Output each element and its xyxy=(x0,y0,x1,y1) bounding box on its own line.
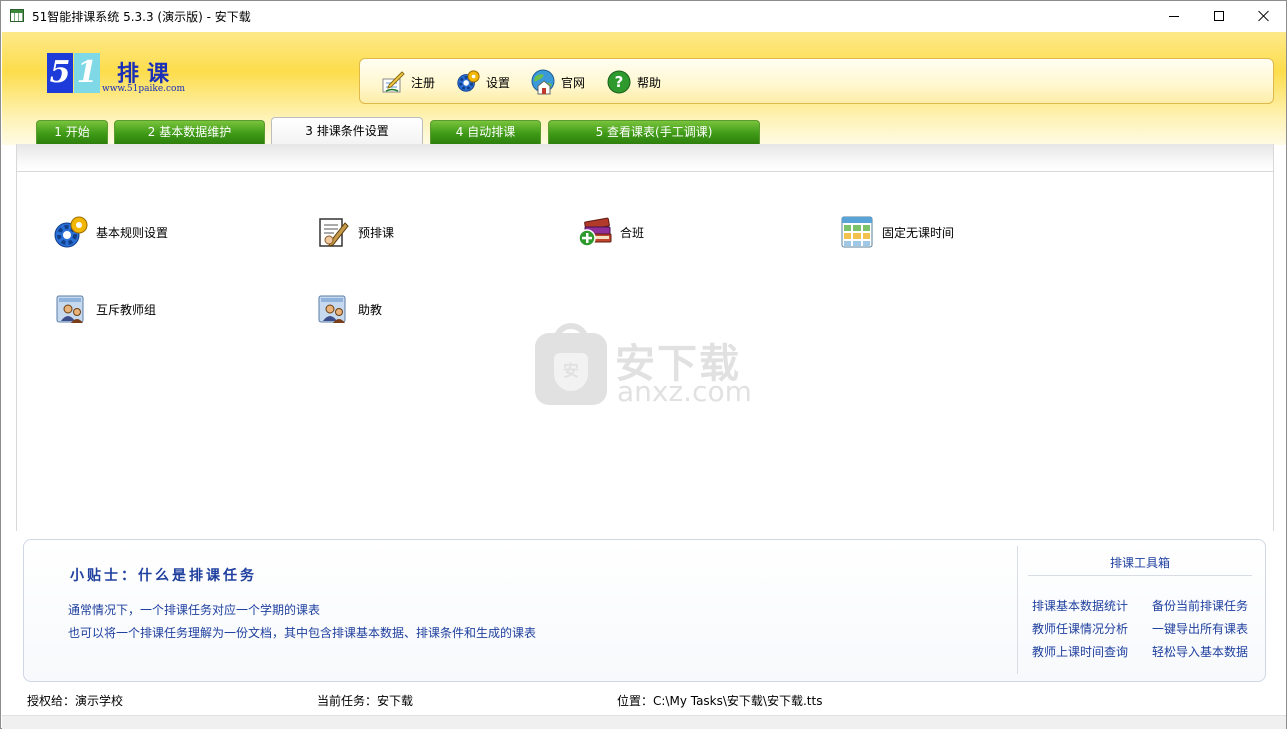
minimize-button[interactable] xyxy=(1151,1,1197,31)
assistant-icon xyxy=(315,291,351,327)
gear-icon xyxy=(455,69,481,95)
register-button[interactable]: 注册 xyxy=(380,67,435,97)
tip-title: 小贴士：什么是排课任务 xyxy=(70,568,257,584)
status-bar: 授权给：演示学校 当前任务：安下载 位置：C:\My Tasks\安下载\安下载… xyxy=(2,687,1286,715)
books-add-icon xyxy=(577,214,613,250)
edit-document-icon xyxy=(315,214,351,250)
toolbox-link-teacher-analysis[interactable]: 教师任课情况分析 xyxy=(1032,620,1128,637)
tab-basic-data[interactable]: 2 基本数据维护 xyxy=(114,120,265,144)
tip-line-1: 通常情况下，一个排课任务对应一个学期的课表 xyxy=(68,603,321,617)
watermark: 安 安下载 anxz.com xyxy=(535,323,755,408)
logo-url: www.51paike.com xyxy=(102,84,185,94)
basic-rules-label: 基本规则设置 xyxy=(96,225,169,240)
close-icon xyxy=(1258,10,1270,22)
toolbox-link-teacher-time-query[interactable]: 教师上课时间查询 xyxy=(1032,643,1128,660)
merge-class-label: 合班 xyxy=(620,225,645,240)
settings-label: 设置 xyxy=(486,75,511,90)
merge-class-button[interactable]: 合班 xyxy=(577,214,644,250)
pre-schedule-label: 预排课 xyxy=(358,225,395,240)
tab-view-timetable[interactable]: 5 查看课表(手工调课) xyxy=(548,120,760,144)
tab-auto-schedule[interactable]: 4 自动排课 xyxy=(430,120,541,144)
title-bar: 51智能排课系统 5.3.3 (演示版) - 安下载 xyxy=(1,1,1286,31)
status-current-task: 当前任务：安下载 xyxy=(317,694,414,708)
main-toolbar: 注册 设置 官网 ? 帮助 xyxy=(359,58,1274,104)
settings-button[interactable]: 设置 xyxy=(455,67,510,97)
toolbox-link-export-all[interactable]: 一键导出所有课表 xyxy=(1152,620,1248,637)
window-title: 51智能排课系统 5.3.3 (演示版) - 安下载 xyxy=(32,10,251,24)
toolbox-title: 排课工具箱 xyxy=(1109,556,1170,570)
maximize-icon xyxy=(1214,11,1224,21)
grid-table-icon xyxy=(839,214,875,250)
fixed-free-time-label: 固定无课时间 xyxy=(882,225,955,240)
basic-rules-button[interactable]: 基本规则设置 xyxy=(53,214,168,250)
website-label: 官网 xyxy=(561,75,586,90)
exclusive-teacher-group-label: 互斥教师组 xyxy=(96,302,157,317)
register-icon xyxy=(380,69,406,95)
tip-divider xyxy=(1017,546,1018,674)
watermark-shield-icon: 安 xyxy=(554,353,588,391)
logo-digit-5: 5 xyxy=(47,53,73,93)
watermark-en-text: anxz.com xyxy=(617,375,752,408)
help-button[interactable]: ? 帮助 xyxy=(606,67,661,97)
toolbox-link-import-data[interactable]: 轻松导入基本数据 xyxy=(1152,643,1248,660)
tab-scheduling-conditions[interactable]: 3 排课条件设置 xyxy=(271,117,423,145)
exclusive-teacher-group-button[interactable]: 互斥教师组 xyxy=(53,291,156,327)
toolbox-link-data-stats[interactable]: 排课基本数据统计 xyxy=(1032,597,1128,614)
toolbox-separator xyxy=(1028,575,1252,576)
tab-start[interactable]: 1 开始 xyxy=(36,120,108,144)
website-button[interactable]: 官网 xyxy=(530,67,585,97)
fixed-free-time-button[interactable]: 固定无课时间 xyxy=(839,214,954,250)
logo: 5 1 排课 www.51paike.com xyxy=(47,53,197,103)
app-window: 51智能排课系统 5.3.3 (演示版) - 安下载 5 1 排课 www.51… xyxy=(0,0,1287,729)
minimize-icon xyxy=(1169,15,1179,17)
status-license: 授权给：演示学校 xyxy=(27,694,124,708)
assistant-label: 助教 xyxy=(358,302,383,317)
toolbox-link-backup-task[interactable]: 备份当前排课任务 xyxy=(1152,597,1248,614)
maximize-button[interactable] xyxy=(1196,1,1242,31)
gear-icon xyxy=(53,214,89,250)
help-icon: ? xyxy=(606,69,632,95)
register-label: 注册 xyxy=(411,75,436,90)
window-bottom-edge xyxy=(2,715,1286,729)
tip-line-2: 也可以将一个排课任务理解为一份文档，其中包含排课基本数据、排课条件和生成的课表 xyxy=(68,626,537,640)
pre-schedule-button[interactable]: 预排课 xyxy=(315,214,394,250)
status-location: 位置：C:\My Tasks\安下载\安下载.tts xyxy=(617,694,823,708)
tip-panel: 小贴士：什么是排课任务 通常情况下，一个排课任务对应一个学期的课表 也可以将一个… xyxy=(23,539,1266,682)
assistant-button[interactable]: 助教 xyxy=(315,291,382,327)
help-label: 帮助 xyxy=(637,75,662,90)
logo-digit-1: 1 xyxy=(74,53,100,93)
globe-home-icon xyxy=(530,69,556,95)
close-button[interactable] xyxy=(1241,1,1287,31)
app-table-icon xyxy=(10,9,24,22)
teacher-group-icon xyxy=(53,291,89,327)
content-header-strip xyxy=(17,144,1273,172)
svg-text:?: ? xyxy=(615,73,624,91)
